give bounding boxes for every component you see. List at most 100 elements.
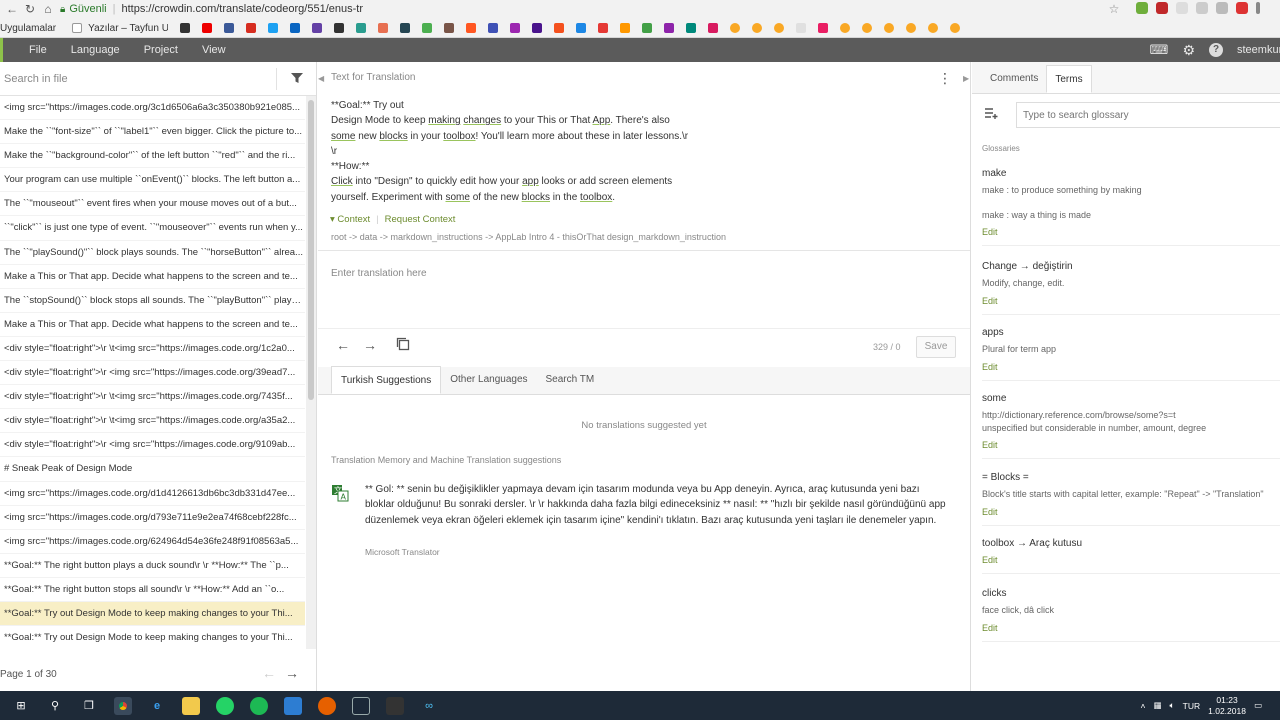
next-page-icon[interactable]: → xyxy=(285,665,299,681)
string-item[interactable]: The ``stopSound()`` block stops all soun… xyxy=(0,289,305,313)
bookmark-icon[interactable] xyxy=(356,23,367,33)
bookmark-icon[interactable] xyxy=(290,23,301,33)
string-item[interactable]: <img src="https://images.code.org/3c1d65… xyxy=(0,96,305,121)
bookmark-icon[interactable] xyxy=(708,23,719,33)
next-string-icon[interactable]: → xyxy=(363,337,377,353)
language-indicator[interactable]: TUR xyxy=(1183,701,1200,711)
bookmark-icon[interactable] xyxy=(774,23,785,33)
bookmark-icon[interactable] xyxy=(752,23,763,33)
bookmark-icon[interactable] xyxy=(488,23,499,33)
twitch-icon[interactable] xyxy=(312,23,323,33)
string-item[interactable]: The ``"playSound()"`` block plays sounds… xyxy=(0,241,305,265)
github-icon[interactable] xyxy=(180,23,191,33)
previous-string-icon[interactable]: ← xyxy=(336,337,350,353)
string-item[interactable]: Make the ``"font-size"`` of ``"label1"``… xyxy=(0,120,305,145)
bookmark-icon[interactable] xyxy=(422,23,433,33)
edge-icon[interactable]: e xyxy=(148,697,166,715)
help-icon[interactable]: ? xyxy=(1209,43,1223,57)
bookmark-icon[interactable] xyxy=(444,23,455,33)
collapse-right-icon[interactable]: ▶ xyxy=(963,74,969,83)
tab-comments[interactable]: Comments xyxy=(982,65,1046,93)
tab-search-tm[interactable]: Search TM xyxy=(537,366,604,394)
bookmark-icon[interactable] xyxy=(620,23,631,33)
string-item[interactable]: **Goal:** The right button plays a duck … xyxy=(0,554,305,578)
bookmark-icon[interactable] xyxy=(928,23,939,33)
menu-icon[interactable] xyxy=(1256,2,1260,14)
string-item[interactable]: <img src="https://images.code.org/d793e7… xyxy=(0,506,305,530)
bookmark-icon[interactable] xyxy=(246,23,257,33)
bookmark-icon[interactable] xyxy=(598,23,609,33)
address-bar[interactable]: 🔒︎ Güvenli | https://crowdin.com/transla… xyxy=(60,1,1130,17)
bookmark-item[interactable]: Yazılar – Tayfun Uzun xyxy=(88,23,168,34)
bookmark-icon[interactable] xyxy=(818,23,829,33)
string-item[interactable]: ``"click"`` is just one type of event. `… xyxy=(0,216,305,241)
chevron-up-icon[interactable]: ˄ xyxy=(1141,701,1146,711)
prev-page-icon[interactable]: ← xyxy=(262,665,276,681)
string-item[interactable]: Make a This or That app. Decide what hap… xyxy=(0,313,305,337)
string-item[interactable]: <div style="float:right">\r \t<img src="… xyxy=(0,385,305,410)
app-icon[interactable]: ∞ xyxy=(420,697,438,715)
edit-term-link[interactable]: Edit xyxy=(982,507,1280,517)
menu-language[interactable]: Language xyxy=(71,44,120,56)
extension-icon[interactable] xyxy=(1216,2,1228,14)
windows-start-icon[interactable]: ⊞ xyxy=(12,697,30,715)
string-item[interactable]: # Sneak Peak of Design Mode xyxy=(0,457,305,482)
string-item[interactable]: <div style="float:right">\r \t<img src="… xyxy=(0,409,305,434)
bookmark-icon[interactable] xyxy=(510,23,521,33)
request-context-link[interactable]: Request Context xyxy=(385,214,456,225)
bookmark-icon[interactable] xyxy=(642,23,653,33)
string-item[interactable]: Make the ``"background-color"`` of the l… xyxy=(0,144,305,169)
add-term-icon[interactable] xyxy=(985,106,999,122)
chrome-icon[interactable] xyxy=(114,696,132,715)
facebook-icon[interactable] xyxy=(224,23,235,33)
bookmark-icon[interactable] xyxy=(554,23,565,33)
string-item[interactable]: <div style="float:right">\r <img src="ht… xyxy=(0,433,305,458)
string-item[interactable]: <div style="float:right">\r <img src="ht… xyxy=(0,361,305,386)
whatsapp-icon[interactable] xyxy=(216,696,234,715)
edit-term-link[interactable]: Edit xyxy=(982,440,1280,450)
star-icon[interactable]: ☆ xyxy=(1106,2,1122,16)
string-item[interactable]: **Goal:** The right button stops all sou… xyxy=(0,578,305,602)
task-view-icon[interactable]: ❐ xyxy=(80,697,98,715)
translation-input[interactable]: Enter translation here xyxy=(318,250,970,328)
app-icon[interactable] xyxy=(284,696,302,715)
bookmark-icon[interactable] xyxy=(334,23,345,33)
tab-other-languages[interactable]: Other Languages xyxy=(441,366,536,394)
bookmark-icon[interactable] xyxy=(906,23,917,33)
string-item[interactable]: Your program can use multiple ``onEvent(… xyxy=(0,168,305,193)
twitter-icon[interactable] xyxy=(268,23,279,33)
extension-icon[interactable] xyxy=(1196,2,1208,14)
edit-term-link[interactable]: Edit xyxy=(982,623,1280,633)
filter-icon[interactable] xyxy=(290,71,304,88)
yahoo-icon[interactable] xyxy=(532,23,543,33)
spotify-icon[interactable] xyxy=(250,696,268,715)
gear-icon[interactable]: ⚙ xyxy=(1182,42,1195,59)
bookmark-icon[interactable] xyxy=(400,23,411,33)
bookmark-icon[interactable] xyxy=(950,23,961,33)
bookmark-icon[interactable] xyxy=(686,23,697,33)
user-menu[interactable]: steemkur xyxy=(1237,44,1280,56)
string-item[interactable]: **Goal:** Try out Design Mode to keep ma… xyxy=(0,626,305,649)
apps-bookmark[interactable]: Uygulamalar xyxy=(0,23,56,34)
tab-turkish-suggestions[interactable]: Turkish Suggestions xyxy=(331,366,442,394)
menu-view[interactable]: View xyxy=(202,44,226,56)
bookmark-icon[interactable] xyxy=(796,23,807,33)
bookmark-icon[interactable] xyxy=(378,23,389,33)
url-text[interactable]: https://crowdin.com/translate/codeorg/55… xyxy=(121,3,363,15)
menu-project[interactable]: Project xyxy=(144,44,178,56)
string-item[interactable]: <img src="https://images.code.org/d1d412… xyxy=(0,482,305,506)
edit-term-link[interactable]: Edit xyxy=(982,555,1280,565)
copy-source-icon[interactable] xyxy=(396,337,410,354)
more-options-icon[interactable]: ⋮ xyxy=(938,70,952,87)
keyboard-icon[interactable]: ⌨ xyxy=(1150,42,1169,58)
string-item[interactable]: The ``"mouseout"`` event fires when your… xyxy=(0,192,305,217)
string-item[interactable]: <div style="float:right">\r \t<img src="… xyxy=(0,337,305,362)
extension-icon[interactable] xyxy=(1156,2,1168,14)
string-item[interactable]: **Goal:** Try out Design Mode to keep ma… xyxy=(0,601,305,627)
firefox-icon[interactable] xyxy=(318,696,336,715)
back-icon[interactable]: ← xyxy=(4,2,20,16)
strings-search-input[interactable]: Search in file xyxy=(4,73,68,85)
edit-term-link[interactable]: Edit xyxy=(982,296,1280,306)
app-icon[interactable] xyxy=(386,696,404,715)
youtube-icon[interactable] xyxy=(202,23,213,33)
